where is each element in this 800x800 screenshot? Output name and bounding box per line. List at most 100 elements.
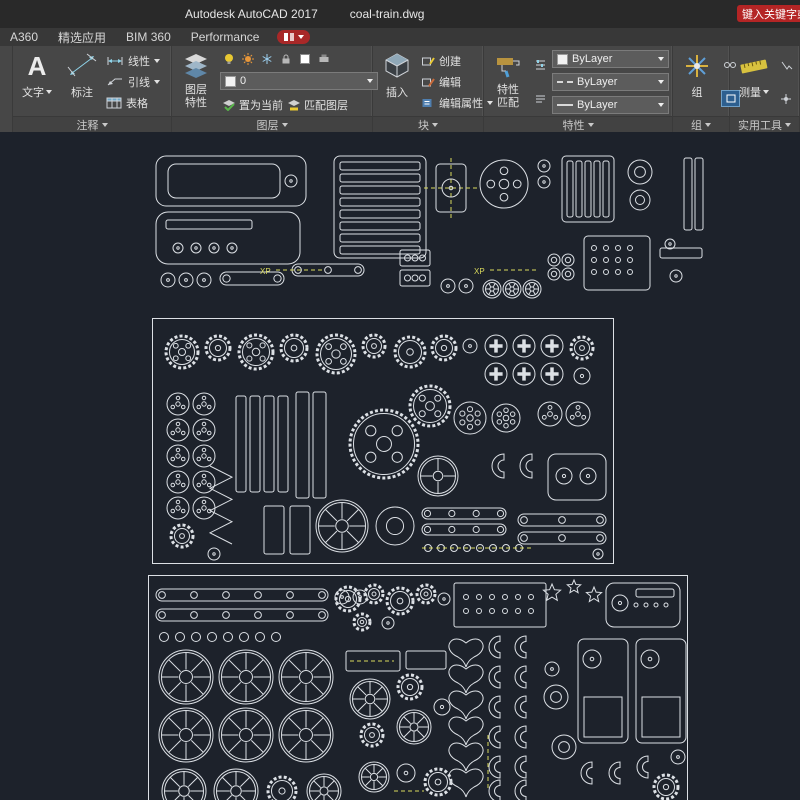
layer-color-swatch	[225, 76, 236, 87]
drawing-sheet-1[interactable]: XP XP	[148, 152, 704, 302]
caret-down-icon	[154, 59, 160, 63]
match-layer-icon	[287, 99, 301, 111]
caret-down-icon	[658, 103, 664, 107]
edit-attributes-button[interactable]: 编辑属性	[421, 94, 493, 112]
caret-down-icon	[432, 123, 438, 127]
insert-block-button[interactable]: 插入	[376, 48, 418, 116]
edit-block-icon	[421, 76, 435, 88]
panel-footer-properties[interactable]: 特性	[484, 116, 672, 132]
snowflake-icon	[261, 53, 273, 65]
caret-down-icon	[705, 123, 711, 127]
drawing-canvas[interactable]: XP XP	[0, 132, 800, 800]
apps-grid-icon	[283, 32, 295, 42]
list-button[interactable]	[532, 92, 549, 107]
ribbon-tab-bar: A360 精选应用 BIM 360 Performance	[0, 28, 800, 46]
caret-down-icon	[102, 123, 108, 127]
bulb-icon	[223, 53, 235, 65]
object-color-combo[interactable]: ByLayer	[552, 50, 669, 68]
text-icon: A	[28, 53, 47, 79]
sun-icon	[242, 53, 254, 65]
match-layer-label[interactable]: 匹配图层	[304, 97, 348, 113]
lock-icon	[280, 53, 292, 65]
layer-select-combo[interactable]: 0	[220, 72, 378, 90]
panel-footer-block[interactable]: 块	[373, 116, 483, 132]
panel-block: 插入 创建 编辑 编辑属性	[373, 46, 484, 132]
exchange-apps-button[interactable]	[277, 30, 310, 44]
sliders-icon	[534, 59, 547, 71]
set-current-icon	[222, 99, 236, 111]
app-title: Autodesk AutoCAD 2017	[185, 7, 318, 21]
panel-utilities: 测量 实用工具	[730, 46, 800, 132]
document-title: coal-train.dwg	[350, 7, 425, 21]
svg-text:XP: XP	[260, 267, 271, 276]
panel-footer-utilities[interactable]: 实用工具	[730, 116, 799, 132]
leader-icon	[106, 77, 124, 87]
color-swatch	[557, 54, 568, 65]
caret-down-icon	[658, 57, 664, 61]
linetype-combo[interactable]: ByLayer	[552, 73, 669, 91]
layer-properties-button[interactable]: 图层特性	[175, 48, 217, 116]
tab-bim360[interactable]: BIM 360	[116, 28, 181, 46]
drawing-sheet-3[interactable]	[148, 575, 688, 800]
leader-button[interactable]: 引线	[106, 73, 160, 91]
tab-featured-apps[interactable]: 精选应用	[48, 28, 116, 46]
panel-footer-annotation[interactable]: 注释	[13, 116, 171, 132]
infocenter-search-box[interactable]: 键入关键字或短语	[737, 5, 800, 22]
svg-text:XP: XP	[474, 267, 485, 276]
autocad-window: Autodesk AutoCAD 2017 coal-train.dwg 键入关…	[0, 0, 800, 800]
quick-select-icon	[780, 60, 793, 71]
layer-freeze-button[interactable]	[258, 51, 275, 66]
layer-color-button[interactable]	[296, 51, 313, 66]
text-button[interactable]: A 文字	[16, 48, 58, 116]
table-button[interactable]: 表格	[106, 94, 160, 112]
match-layer-icon-button[interactable]	[285, 97, 302, 112]
linear-dimension-button[interactable]: 线性	[106, 52, 160, 70]
tab-performance[interactable]: Performance	[181, 28, 270, 46]
caret-down-icon	[763, 90, 769, 94]
create-block-button[interactable]: 创建	[421, 52, 493, 70]
lineweight-icon	[557, 104, 573, 106]
layer-lock-button[interactable]	[277, 51, 294, 66]
caret-down-icon	[154, 80, 160, 84]
panel-layers: 图层特性 0	[172, 46, 373, 132]
table-icon	[106, 97, 122, 109]
lineweight-combo[interactable]: ByLayer	[552, 96, 669, 114]
search-placeholder: 键入关键字或短语	[742, 6, 800, 22]
measure-icon	[738, 53, 770, 79]
group-icon	[683, 53, 711, 79]
dimension-icon	[67, 53, 97, 79]
layer-plot-button[interactable]	[315, 51, 332, 66]
match-properties-button[interactable]: 特性匹配	[487, 48, 529, 116]
properties-palette-button[interactable]	[532, 58, 549, 73]
panel-properties: 特性匹配 ByLayer ByLayer	[484, 46, 673, 132]
point-style-button[interactable]	[778, 92, 795, 107]
match-properties-icon	[494, 52, 522, 80]
drawing-sheet-2[interactable]	[152, 318, 614, 564]
panel-footer-layers[interactable]: 图层	[172, 116, 372, 132]
panel-annotation: A 文字 标注 线性	[13, 46, 172, 132]
set-current-label[interactable]: 置为当前	[239, 97, 283, 113]
printer-icon	[318, 53, 330, 65]
panel-footer-groups[interactable]: 组	[673, 116, 729, 132]
measure-button[interactable]: 测量	[733, 48, 775, 116]
group-button[interactable]: 组	[676, 48, 718, 116]
caret-down-icon	[298, 35, 304, 39]
layer-thaw-button[interactable]	[239, 51, 256, 66]
title-bar: Autodesk AutoCAD 2017 coal-train.dwg 键入关…	[0, 0, 800, 28]
dimension-button[interactable]: 标注	[61, 48, 103, 116]
list-icon	[534, 93, 547, 105]
palette-icon	[299, 53, 311, 65]
tab-a360[interactable]: A360	[0, 28, 48, 46]
linear-dim-icon	[106, 56, 124, 66]
window-title: Autodesk AutoCAD 2017 coal-train.dwg	[185, 7, 424, 21]
make-current-button[interactable]	[220, 97, 237, 112]
quick-select-button[interactable]	[778, 58, 795, 73]
edit-attributes-icon	[421, 97, 435, 109]
ribbon: A 文字 标注 线性	[0, 46, 800, 132]
edit-block-button[interactable]: 编辑	[421, 73, 493, 91]
caret-down-icon	[282, 123, 288, 127]
drawing-sheets-layer: XP XP	[0, 132, 800, 800]
caret-down-icon	[785, 123, 791, 127]
layer-on-button[interactable]	[220, 51, 237, 66]
create-block-icon	[421, 55, 435, 67]
